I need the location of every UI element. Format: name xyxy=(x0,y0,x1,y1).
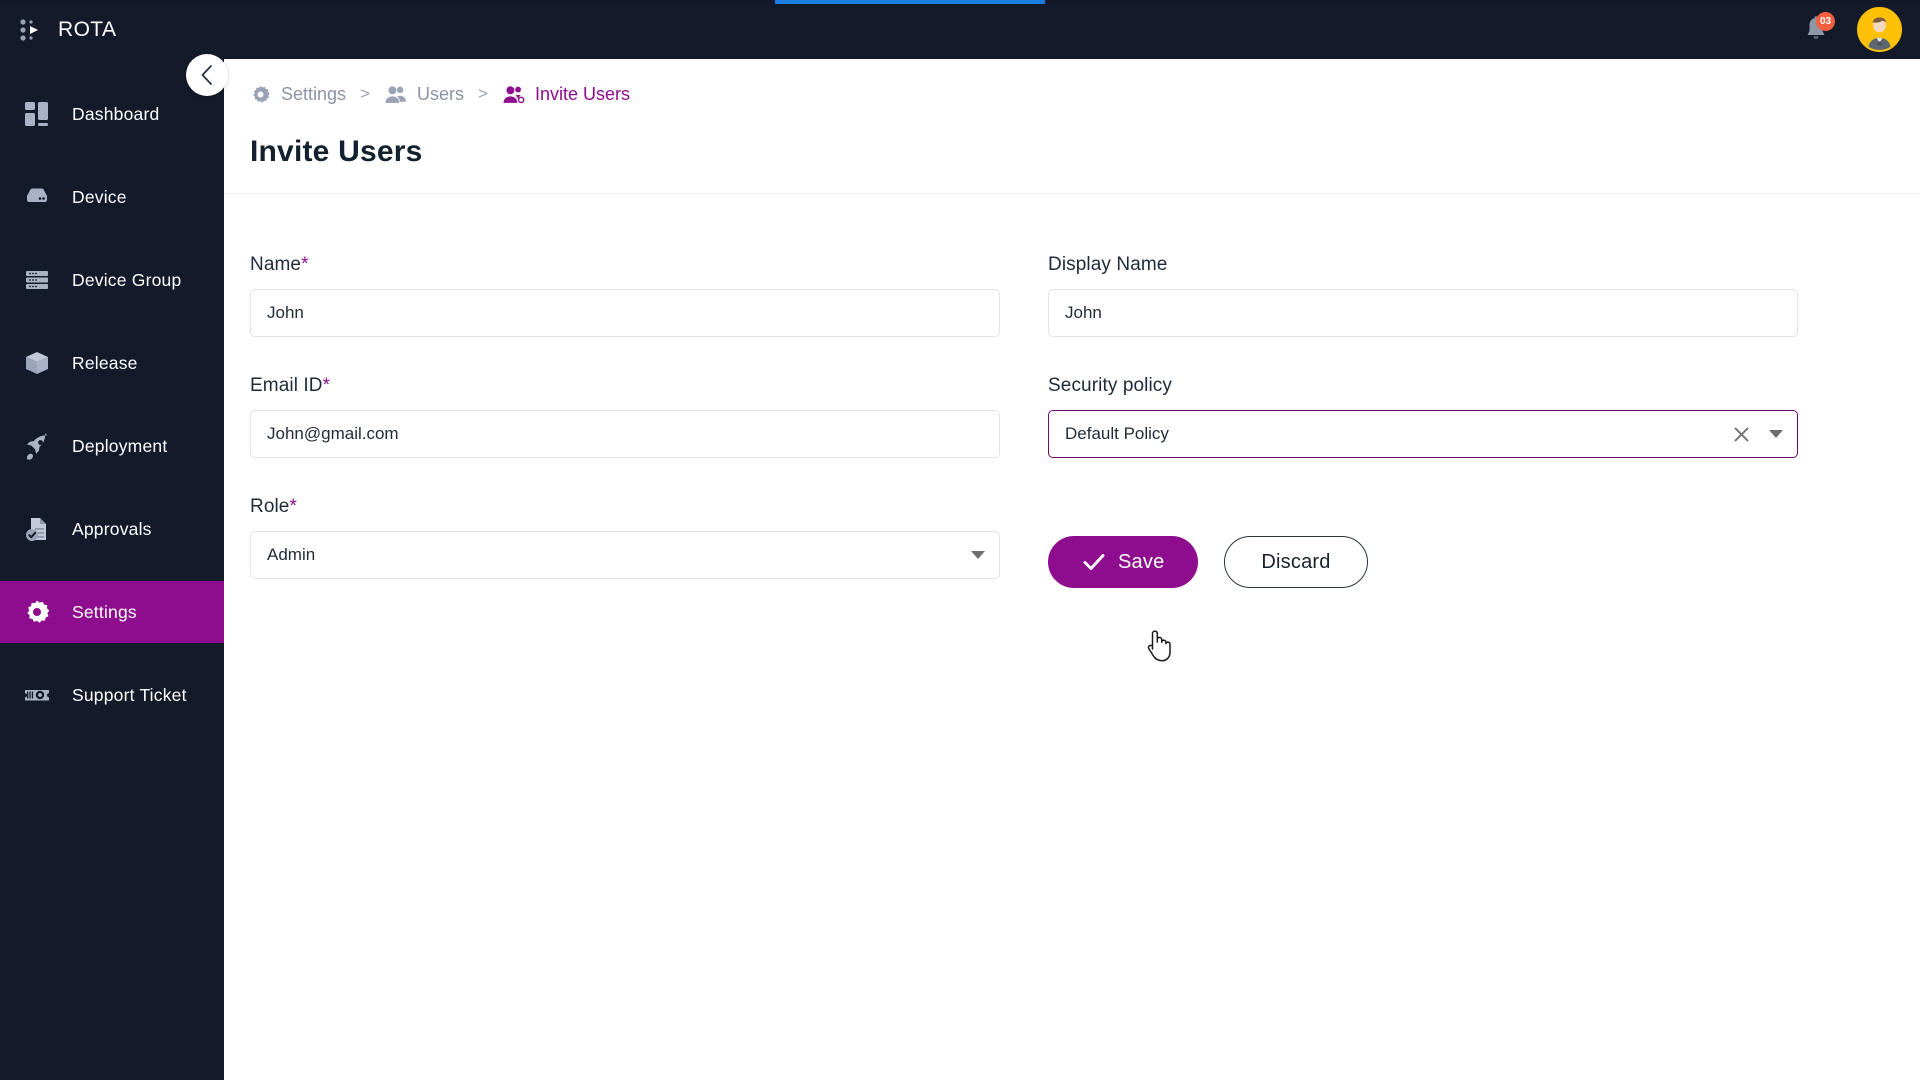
sidebar: Dashboard Device Device Group Release De… xyxy=(0,0,224,1080)
role-label-text: Role xyxy=(250,496,290,517)
page-load-progress xyxy=(0,0,1920,4)
page-title: Invite Users xyxy=(250,135,423,168)
main-content: Settings > Users > Invite Users Invite U… xyxy=(224,59,1920,1080)
security-policy-label: Security policy xyxy=(1048,375,1798,397)
field-security-policy: Security policy Default Policy xyxy=(1048,375,1798,458)
sidebar-item-label: Support Ticket xyxy=(72,684,187,705)
name-label: Name* xyxy=(250,254,1000,276)
sidebar-item-release[interactable]: Release xyxy=(0,332,224,394)
chevron-down-icon[interactable] xyxy=(1769,430,1783,438)
dashboard-icon xyxy=(22,99,52,129)
user-add-icon xyxy=(503,85,525,103)
email-label-text: Email ID xyxy=(250,375,323,396)
sidebar-item-support-ticket[interactable]: Support Ticket xyxy=(0,664,224,726)
rota-dots-logo-icon xyxy=(18,17,44,43)
form-row-3: Role* Admin Save Discard xyxy=(250,496,1920,588)
display-name-label: Display Name xyxy=(1048,254,1798,276)
ticket-icon xyxy=(22,680,52,710)
security-policy-value: Default Policy xyxy=(1065,424,1169,443)
gear-icon xyxy=(22,597,52,627)
chevron-down-icon[interactable] xyxy=(971,551,985,559)
sidebar-item-device[interactable]: Device xyxy=(0,166,224,228)
sidebar-item-label: Dashboard xyxy=(72,103,160,124)
sidebar-item-label: Deployment xyxy=(72,435,168,456)
field-email: Email ID* xyxy=(250,375,1000,458)
topbar-actions: 03 xyxy=(1801,0,1902,59)
invite-users-form: Name* Display Name Email ID* Security po… xyxy=(224,194,1920,588)
role-value: Admin xyxy=(267,545,316,564)
required-marker: * xyxy=(322,375,331,396)
role-actions xyxy=(971,532,985,578)
check-icon xyxy=(1083,554,1105,570)
top-bar: ROTA 03 xyxy=(0,0,1920,59)
close-icon[interactable] xyxy=(1731,424,1751,444)
app-root: ROTA 03 Dashboard Device Device Group Re… xyxy=(0,0,1920,1080)
brand-name: ROTA xyxy=(58,17,117,41)
name-label-text: Name xyxy=(250,254,302,275)
required-marker: * xyxy=(289,496,297,517)
approvals-icon xyxy=(22,514,52,544)
sidebar-item-label: Release xyxy=(72,352,138,373)
breadcrumb-separator: > xyxy=(478,84,488,103)
rocket-icon xyxy=(22,431,52,461)
sidebar-item-label: Settings xyxy=(72,601,137,622)
sidebar-item-label: Approvals xyxy=(72,518,152,539)
form-row-1: Name* Display Name xyxy=(250,254,1920,337)
chevron-left-icon xyxy=(201,65,212,85)
brand[interactable]: ROTA xyxy=(18,0,116,59)
role-select[interactable]: Admin xyxy=(250,531,1000,579)
role-label: Role* xyxy=(250,496,1000,518)
save-button-label: Save xyxy=(1118,550,1165,573)
sidebar-item-label: Device xyxy=(72,186,127,207)
gear-icon xyxy=(253,85,270,103)
breadcrumb-separator: > xyxy=(360,84,370,103)
users-icon xyxy=(385,85,406,103)
form-actions: Save Discard xyxy=(1048,496,1798,588)
breadcrumb-item-settings[interactable]: Settings xyxy=(250,84,346,105)
breadcrumb-label: Invite Users xyxy=(534,83,630,104)
field-display-name: Display Name xyxy=(1048,254,1798,337)
security-policy-select[interactable]: Default Policy xyxy=(1048,410,1798,458)
device-icon xyxy=(22,182,52,212)
page-load-progress-fill xyxy=(775,0,1045,4)
sidebar-item-label: Device Group xyxy=(72,269,182,290)
action-buttons: Save Discard xyxy=(1048,536,1798,588)
security-policy-actions xyxy=(1731,411,1783,457)
breadcrumb-item-users[interactable]: Users xyxy=(384,84,464,105)
sidebar-item-device-group[interactable]: Device Group xyxy=(0,249,224,311)
breadcrumb-label: Settings xyxy=(281,83,347,104)
sidebar-collapse-button[interactable] xyxy=(186,54,228,96)
sidebar-nav: Dashboard Device Device Group Release De… xyxy=(0,83,224,726)
release-box-icon xyxy=(22,348,52,378)
breadcrumb: Settings > Users > Invite Users xyxy=(224,59,1920,129)
notification-badge: 03 xyxy=(1816,11,1835,31)
sidebar-item-deployment[interactable]: Deployment xyxy=(0,415,224,477)
email-label: Email ID* xyxy=(250,375,1000,397)
breadcrumb-item-invite-users: Invite Users xyxy=(502,84,630,105)
security-policy-label-text: Security policy xyxy=(1048,375,1172,396)
display-name-input[interactable] xyxy=(1048,289,1798,337)
breadcrumb-label: Users xyxy=(416,83,464,104)
sidebar-item-settings[interactable]: Settings xyxy=(0,581,224,643)
field-name: Name* xyxy=(250,254,1000,337)
discard-button-label: Discard xyxy=(1261,550,1331,573)
device-group-icon xyxy=(22,265,52,295)
sidebar-item-dashboard[interactable]: Dashboard xyxy=(0,83,224,145)
discard-button[interactable]: Discard xyxy=(1224,536,1368,588)
notifications-button[interactable]: 03 xyxy=(1801,11,1835,46)
form-row-2: Email ID* Security policy Default Policy xyxy=(250,375,1920,458)
field-role: Role* Admin xyxy=(250,496,1000,588)
sidebar-item-approvals[interactable]: Approvals xyxy=(0,498,224,560)
save-button[interactable]: Save xyxy=(1048,536,1199,588)
required-marker: * xyxy=(301,254,309,275)
avatar[interactable] xyxy=(1857,7,1902,52)
email-input[interactable] xyxy=(250,410,1000,458)
name-input[interactable] xyxy=(250,289,1000,337)
display-name-label-text: Display Name xyxy=(1048,254,1168,275)
